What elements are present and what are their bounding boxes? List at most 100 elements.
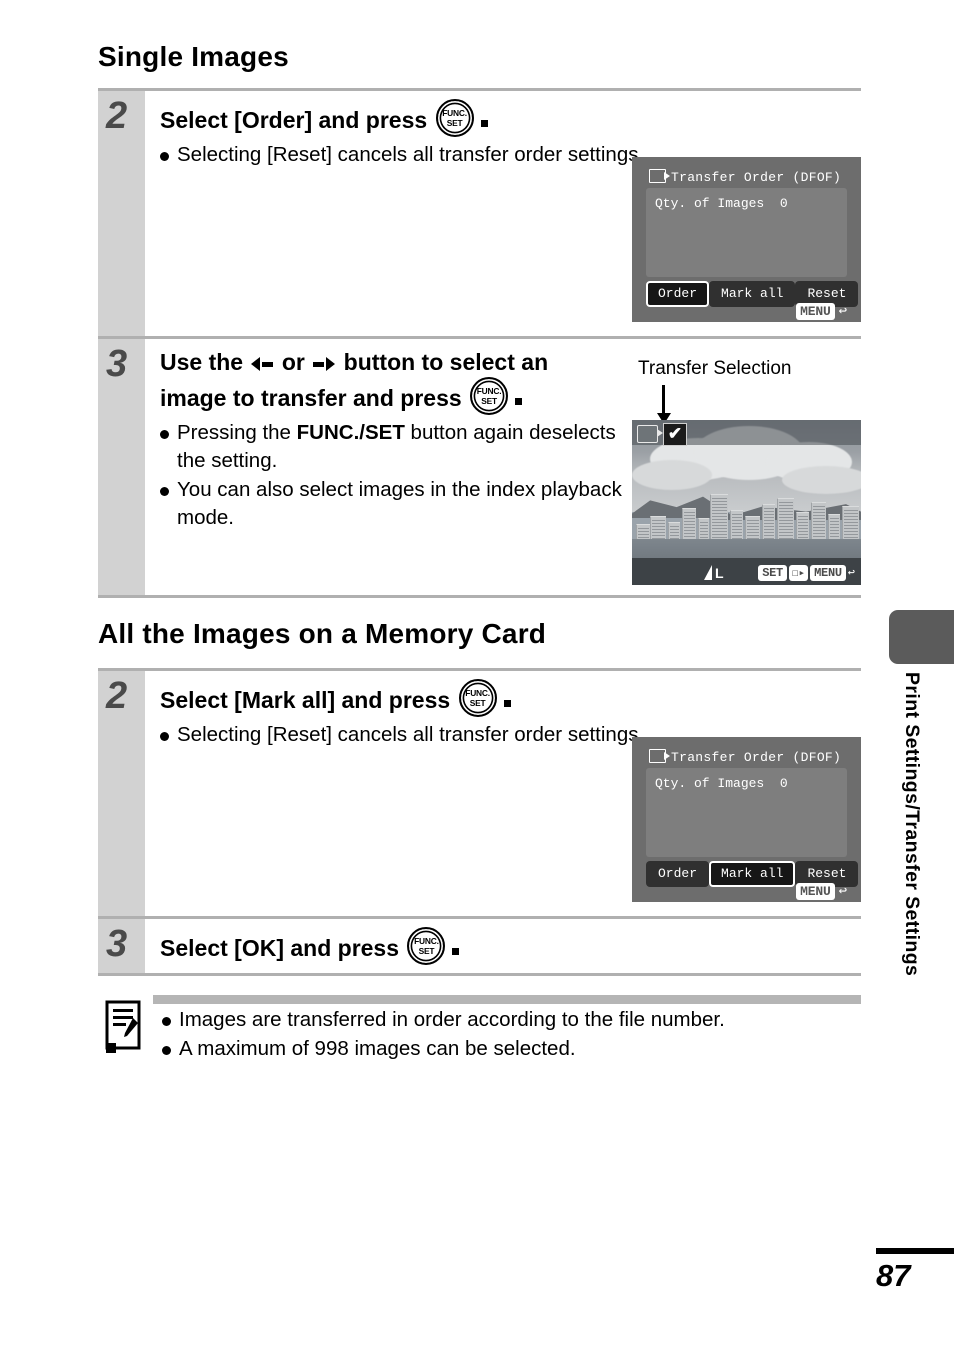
list-item: You can also select images in the index … — [160, 476, 630, 531]
step-body: Select [OK] and press FUNC. SET — [145, 919, 861, 965]
screen-title-text: Transfer Order (DFOF) — [671, 170, 842, 185]
step-number: 2 — [106, 675, 128, 717]
qty-of-images-row: Qty. of Images 0 — [655, 776, 788, 791]
step-number: 3 — [106, 923, 128, 965]
func-set-icon-bottom: SET — [446, 118, 463, 128]
qty-label: Qty. of Images — [655, 196, 765, 211]
step-title: Select [OK] and press FUNC. SET — [160, 927, 861, 965]
screen-menu-hint: MENU ↩ — [796, 883, 847, 900]
bullet-text-bold: FUNC./SET — [296, 421, 405, 445]
qty-label: Qty. of Images — [655, 776, 765, 791]
period-mark — [480, 120, 488, 127]
photo-building — [650, 516, 666, 541]
photo-building — [710, 494, 728, 541]
func-set-icon-top: FUNC. — [442, 108, 467, 118]
camera-screen-transfer-order: Transfer Order (DFOF) Qty. of Images 0 O… — [632, 157, 861, 322]
photo-building — [762, 504, 775, 541]
note-pencil-icon — [105, 1000, 141, 1053]
bullet-dot — [160, 486, 169, 496]
screen-button-order[interactable]: Order — [646, 861, 710, 887]
bullet-dot — [160, 731, 169, 741]
screen-panel: Qty. of Images 0 — [646, 768, 847, 857]
func-set-icon-top: FUNC. — [476, 386, 502, 397]
screen-menu-hint: MENU ↩ — [796, 303, 847, 320]
func-set-icon-top: FUNC. — [465, 688, 490, 698]
step-divider — [98, 595, 861, 598]
menu-chip: MENU — [810, 565, 846, 581]
qty-value: 0 — [779, 776, 788, 791]
photo-building — [796, 512, 809, 541]
section-heading-single-images: Single Images — [98, 41, 289, 72]
func-set-icon-bottom: SET — [418, 946, 435, 956]
step-title-text: Select [Mark all] and press — [160, 687, 451, 713]
func-set-icon-bottom: SET — [469, 698, 486, 708]
screen-title: Transfer Order (DFOF) — [649, 749, 841, 765]
period-mark — [503, 700, 511, 707]
bullet-text: Selecting [Reset] cancels all transfer o… — [177, 723, 645, 746]
step-number-column: 3 — [98, 339, 145, 595]
step-title-line3: and press — [353, 385, 462, 412]
bullet-dot — [160, 151, 169, 161]
return-arrow-icon: ↩ — [838, 304, 847, 320]
left-arrow-icon — [251, 356, 274, 372]
func-set-icon-top: FUNC. — [414, 936, 439, 946]
note-text: A maximum of 998 images can be selected. — [179, 1037, 576, 1061]
list-item: A maximum of 998 images can be selected. — [162, 1035, 862, 1062]
step-title: Use the or button to select an image to … — [160, 347, 615, 416]
step-block-select-ok: 3 Select [OK] and press FUNC. SET — [98, 919, 861, 973]
callout-label-transfer-selection: Transfer Selection — [638, 358, 792, 379]
photo-building — [745, 516, 760, 541]
func-set-icon: FUNC. SET — [470, 377, 509, 416]
page-number-rule — [876, 1248, 954, 1254]
step-title: Select [Mark all] and press FUNC. SET — [160, 679, 861, 717]
step-number: 3 — [106, 343, 128, 385]
menu-chip: MENU — [796, 883, 835, 900]
screen-button-order[interactable]: Order — [646, 281, 710, 307]
transfer-chip-icon: ☐▸ — [788, 565, 809, 581]
step-title-text-b: button to — [343, 349, 444, 375]
list-item: Pressing the FUNC./SET button again dese… — [160, 419, 630, 474]
photo-building — [682, 508, 696, 541]
photo-building — [698, 518, 709, 541]
side-tab-marker — [889, 610, 954, 664]
step-number-column: 3 — [98, 919, 145, 973]
period-mark — [515, 398, 523, 406]
transfer-order-icon — [637, 425, 663, 443]
photo-building — [811, 502, 826, 541]
func-set-icon: FUNC. SET — [407, 927, 446, 965]
func-set-icon: FUNC. SET — [458, 679, 497, 717]
photo-building — [730, 510, 743, 541]
step-number: 2 — [106, 95, 128, 137]
step-divider — [98, 973, 861, 976]
photo-cloud — [632, 460, 712, 490]
photo-building — [828, 514, 840, 541]
func-set-icon-bottom: SET — [481, 396, 497, 407]
set-chip: SET — [758, 565, 787, 581]
note-top-bar — [153, 995, 861, 1004]
step-number-column: 2 — [98, 91, 145, 336]
note-bullet-list: Images are transferred in order accordin… — [162, 1006, 862, 1065]
step-title-or: or — [281, 349, 305, 375]
transfer-order-icon — [649, 169, 670, 183]
photo-cloud — [782, 466, 861, 494]
photo-building — [842, 506, 859, 541]
bullet-dot — [160, 430, 169, 440]
step-title-text-a: Use the — [160, 349, 244, 375]
bullet-list: Pressing the FUNC./SET button again dese… — [160, 419, 630, 531]
quality-wedge-icon — [704, 565, 712, 580]
period-mark — [452, 948, 460, 955]
transfer-selection-check-icon: ✔ — [663, 423, 687, 446]
list-item: Images are transferred in order accordin… — [162, 1006, 862, 1033]
step-title-text: Select [OK] and press — [160, 935, 400, 961]
photo-button-hints: SET ☐▸ MENU ↩ — [758, 565, 855, 581]
image-quality-indicator: L — [704, 565, 724, 581]
step-title: Select [Order] and press FUNC. SET — [160, 99, 861, 137]
screen-button-mark-all[interactable]: Mark all — [709, 861, 796, 887]
photo-building — [777, 498, 794, 541]
note-text: Images are transferred in order accordin… — [179, 1008, 725, 1031]
side-tab-label: Print Settings/Transfer Settings — [901, 672, 923, 977]
step-number-column: 2 — [98, 671, 145, 916]
screen-button-mark-all[interactable]: Mark all — [709, 281, 796, 307]
camera-screen-transfer-order-mark-all: Transfer Order (DFOF) Qty. of Images 0 O… — [632, 737, 861, 902]
menu-chip: MENU — [796, 303, 835, 320]
